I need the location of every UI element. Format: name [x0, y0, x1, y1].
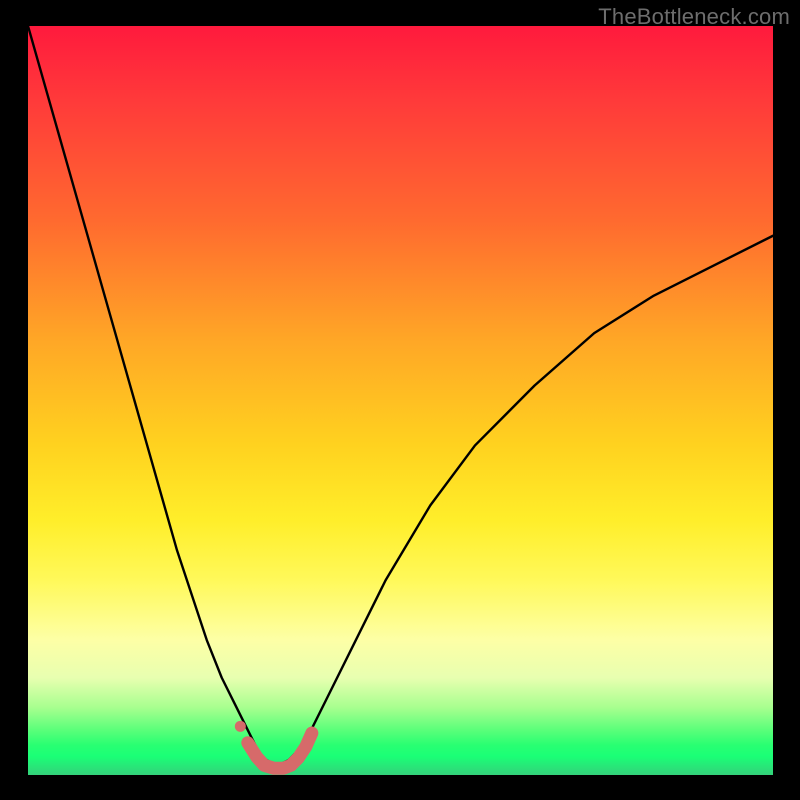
chart-svg: [28, 26, 773, 775]
bottleneck-curve: [28, 26, 773, 764]
marker-dot: [235, 721, 246, 732]
plot-area: [28, 26, 773, 775]
chart-frame: TheBottleneck.com: [0, 0, 800, 800]
marker-band: [248, 733, 312, 768]
watermark-text: TheBottleneck.com: [598, 4, 790, 30]
